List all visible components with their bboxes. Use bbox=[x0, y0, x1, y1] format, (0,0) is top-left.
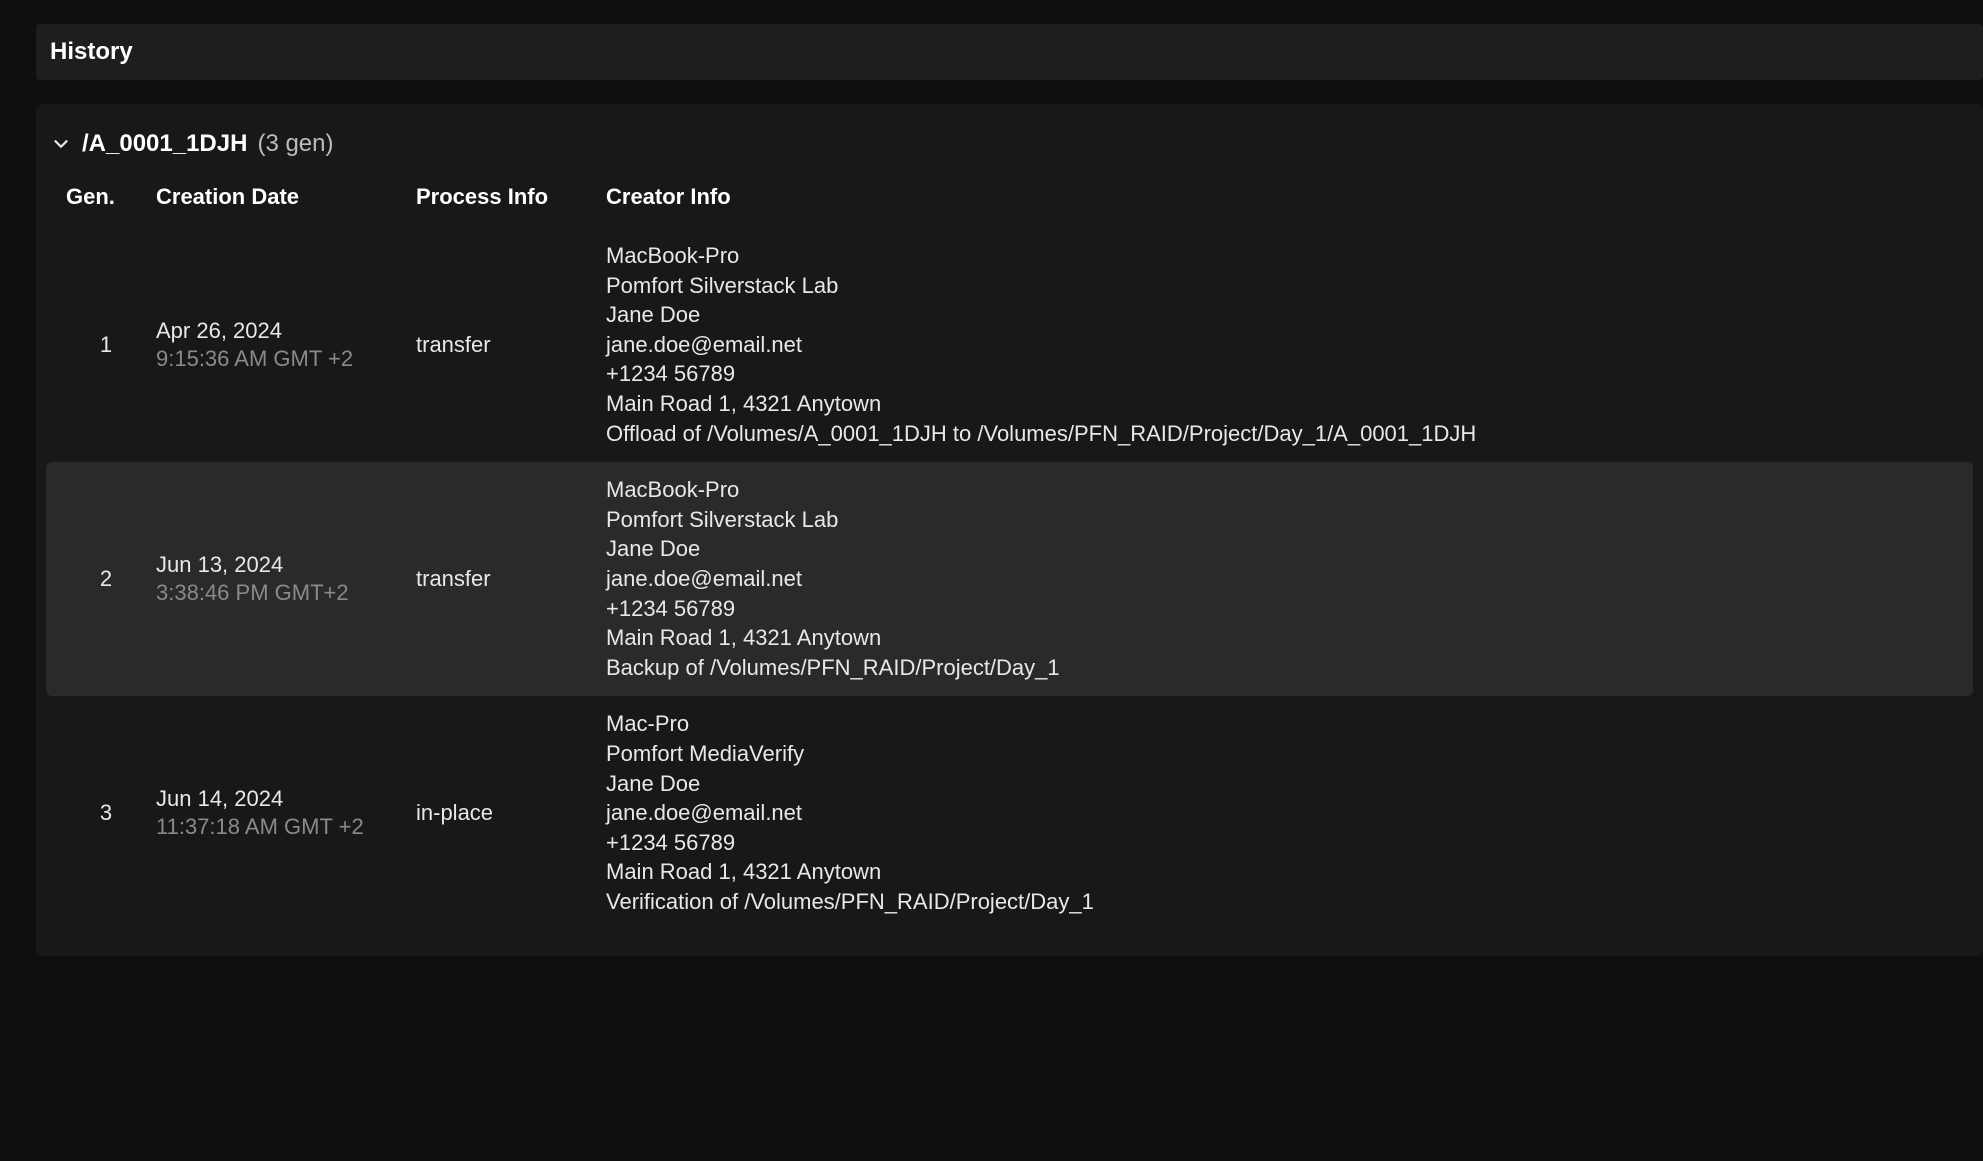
creator-app: Pomfort MediaVerify bbox=[606, 740, 1963, 769]
cell-creation-date: Jun 13, 2024 3:38:46 PM GMT+2 bbox=[156, 552, 416, 606]
history-panel: /A_0001_1DJH (3 gen) Gen. Creation Date … bbox=[36, 104, 1983, 956]
creator-email: jane.doe@email.net bbox=[606, 565, 1963, 594]
creator-action: Verification of /Volumes/PFN_RAID/Projec… bbox=[606, 888, 1963, 917]
creator-phone: +1234 56789 bbox=[606, 360, 1963, 389]
col-header-creation-date: Creation Date bbox=[156, 184, 416, 210]
cell-creator: Mac-Pro Pomfort MediaVerify Jane Doe jan… bbox=[606, 710, 1963, 916]
cell-creator: MacBook-Pro Pomfort Silverstack Lab Jane… bbox=[606, 476, 1963, 682]
creator-machine: MacBook-Pro bbox=[606, 242, 1963, 271]
folder-name: /A_0001_1DJH bbox=[82, 130, 247, 158]
creator-app: Pomfort Silverstack Lab bbox=[606, 506, 1963, 535]
cell-creator: MacBook-Pro Pomfort Silverstack Lab Jane… bbox=[606, 242, 1963, 448]
creator-name: Jane Doe bbox=[606, 535, 1963, 564]
history-header: History bbox=[36, 24, 1983, 80]
cell-gen: 1 bbox=[56, 332, 156, 358]
cell-process: transfer bbox=[416, 332, 606, 358]
table-row[interactable]: 1 Apr 26, 2024 9:15:36 AM GMT +2 transfe… bbox=[46, 228, 1973, 462]
creator-name: Jane Doe bbox=[606, 301, 1963, 330]
date-value: Apr 26, 2024 bbox=[156, 318, 416, 344]
cell-creation-date: Jun 14, 2024 11:37:18 AM GMT +2 bbox=[156, 786, 416, 840]
creator-phone: +1234 56789 bbox=[606, 829, 1963, 858]
table-row[interactable]: 3 Jun 14, 2024 11:37:18 AM GMT +2 in-pla… bbox=[46, 696, 1973, 930]
date-value: Jun 14, 2024 bbox=[156, 786, 416, 812]
time-value: 11:37:18 AM GMT +2 bbox=[156, 814, 416, 840]
creator-machine: MacBook-Pro bbox=[606, 476, 1963, 505]
history-table: Gen. Creation Date Process Info Creator … bbox=[46, 180, 1973, 930]
table-row[interactable]: 2 Jun 13, 2024 3:38:46 PM GMT+2 transfer… bbox=[46, 462, 1973, 696]
time-value: 9:15:36 AM GMT +2 bbox=[156, 346, 416, 372]
creator-email: jane.doe@email.net bbox=[606, 799, 1963, 828]
cell-process: transfer bbox=[416, 566, 606, 592]
cell-process: in-place bbox=[416, 800, 606, 826]
date-value: Jun 13, 2024 bbox=[156, 552, 416, 578]
cell-gen: 2 bbox=[56, 566, 156, 592]
col-header-process-info: Process Info bbox=[416, 184, 606, 210]
creator-email: jane.doe@email.net bbox=[606, 331, 1963, 360]
folder-count: (3 gen) bbox=[257, 130, 333, 158]
table-header-row: Gen. Creation Date Process Info Creator … bbox=[46, 180, 1973, 228]
creator-app: Pomfort Silverstack Lab bbox=[606, 272, 1963, 301]
time-value: 3:38:46 PM GMT+2 bbox=[156, 580, 416, 606]
creator-action: Backup of /Volumes/PFN_RAID/Project/Day_… bbox=[606, 654, 1963, 683]
creator-name: Jane Doe bbox=[606, 770, 1963, 799]
folder-toggle-row[interactable]: /A_0001_1DJH (3 gen) bbox=[46, 130, 1973, 180]
creator-address: Main Road 1, 4321 Anytown bbox=[606, 624, 1963, 653]
creator-machine: Mac-Pro bbox=[606, 710, 1963, 739]
cell-creation-date: Apr 26, 2024 9:15:36 AM GMT +2 bbox=[156, 318, 416, 372]
chevron-down-icon bbox=[50, 133, 72, 155]
creator-phone: +1234 56789 bbox=[606, 595, 1963, 624]
col-header-gen: Gen. bbox=[56, 184, 156, 210]
cell-gen: 3 bbox=[56, 800, 156, 826]
creator-address: Main Road 1, 4321 Anytown bbox=[606, 858, 1963, 887]
history-title: History bbox=[50, 38, 1969, 66]
col-header-creator-info: Creator Info bbox=[606, 184, 1963, 210]
creator-action: Offload of /Volumes/A_0001_1DJH to /Volu… bbox=[606, 420, 1963, 449]
creator-address: Main Road 1, 4321 Anytown bbox=[606, 390, 1963, 419]
